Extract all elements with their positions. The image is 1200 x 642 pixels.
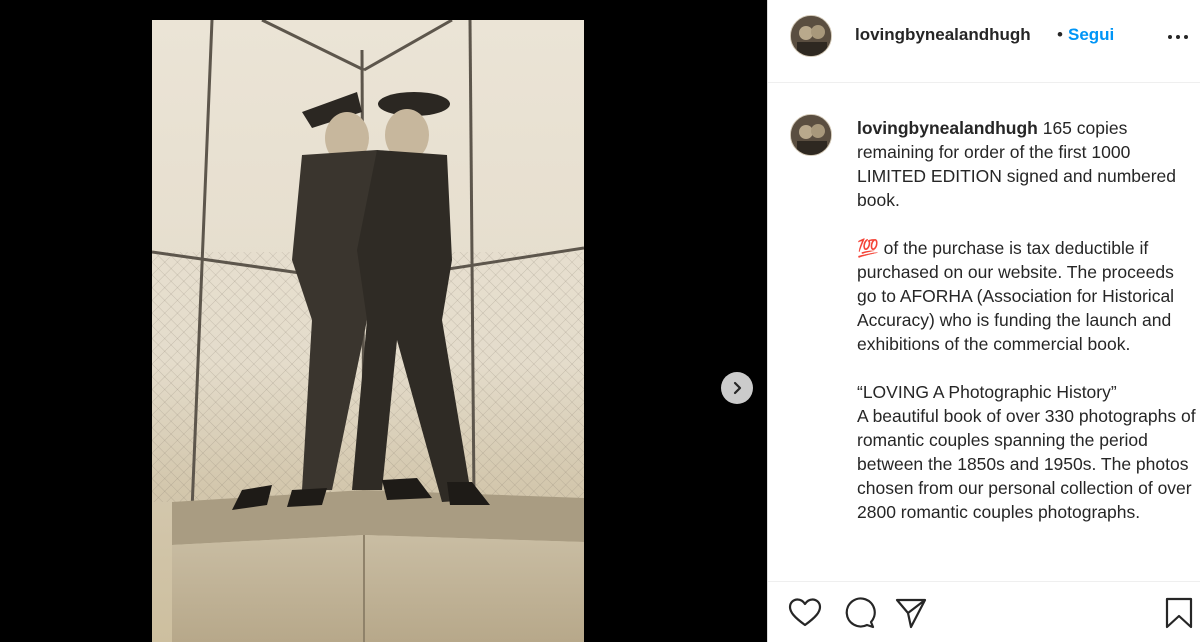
caption-avatar[interactable] <box>790 114 832 156</box>
comment-icon[interactable] <box>842 596 876 630</box>
share-icon[interactable] <box>894 596 928 630</box>
post-sidebar: lovingbynealandhugh • Segui lovingbyneal… <box>767 0 1200 642</box>
post-header: lovingbynealandhugh • Segui <box>768 0 1200 83</box>
avatar[interactable] <box>790 15 832 57</box>
caption-body: 165 copies remaining for order of the fi… <box>857 118 1196 522</box>
caption-username[interactable]: lovingbynealandhugh <box>857 118 1038 138</box>
action-bar <box>768 581 1200 642</box>
media-viewer <box>0 0 767 642</box>
separator-dot: • <box>1057 25 1063 44</box>
post-username[interactable]: lovingbynealandhugh <box>855 25 1031 45</box>
caption-text: lovingbynealandhugh 165 copies remaining… <box>857 116 1197 524</box>
bookmark-icon[interactable] <box>1162 596 1196 630</box>
profile-photo-icon <box>791 115 831 155</box>
heart-icon[interactable] <box>788 596 822 630</box>
follow-button[interactable]: Segui <box>1068 25 1114 45</box>
caption-area: lovingbynealandhugh 165 copies remaining… <box>768 84 1200 581</box>
profile-photo-icon <box>791 16 831 56</box>
next-photo-button[interactable] <box>721 372 753 404</box>
chevron-right-icon <box>733 381 742 395</box>
more-dots-icon[interactable] <box>1166 27 1190 45</box>
post-photo <box>152 20 584 642</box>
